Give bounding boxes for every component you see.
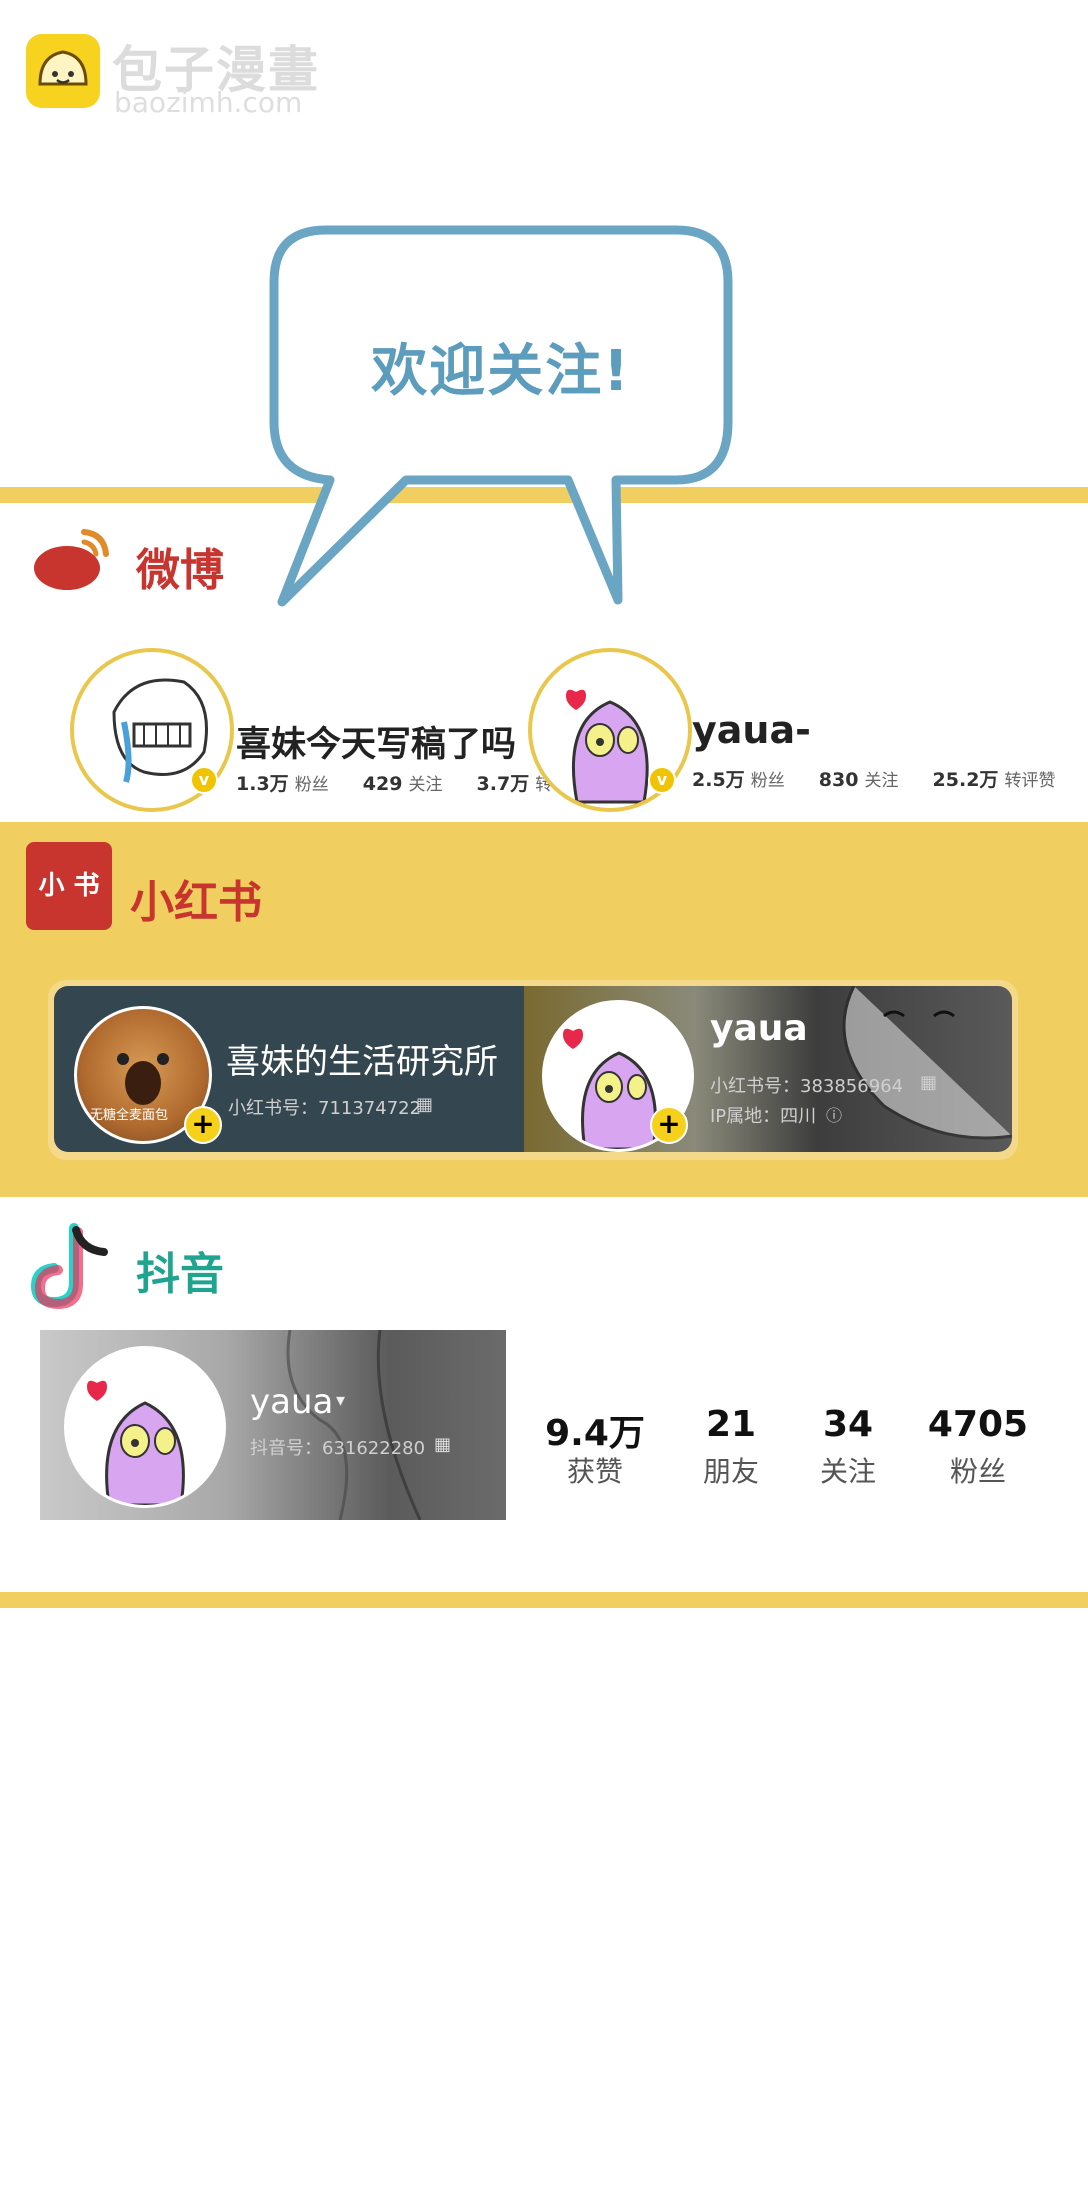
site-watermark: 包子漫畫 baozimh.com: [22, 30, 322, 120]
xiaohongshu-account-2[interactable]: + yaua 小红书号：383856964 ▦ IP属地：四川 ⓘ: [524, 986, 1012, 1152]
douyin-id: 抖音号：631622280: [250, 1438, 426, 1459]
douyin-logo-icon: [30, 1222, 114, 1312]
xiaohongshu-title: 小红书: [130, 877, 262, 928]
follow-plus-button[interactable]: +: [650, 1106, 688, 1144]
stat-value: 3.7万: [476, 773, 530, 795]
stat-label: 关注: [408, 775, 443, 795]
qr-code-icon[interactable]: ▦: [416, 1094, 433, 1115]
douyin-account[interactable]: yaua ▾ 抖音号：631622280 ▦: [40, 1330, 506, 1520]
douyin-account-name[interactable]: yaua: [250, 1382, 333, 1422]
stat-value: 429: [362, 773, 403, 795]
stat-label: 粉丝: [294, 775, 329, 795]
douyin-title: 抖音: [136, 1249, 224, 1300]
info-icon[interactable]: ⓘ: [826, 1102, 842, 1126]
bun-logo-icon: [26, 34, 100, 108]
watermark-url: baozimh.com: [114, 86, 303, 119]
weibo-stats-2: 2.5万 粉丝 830 关注 25.2万 转评赞: [692, 765, 1055, 792]
xiaohongshu-ip-location: IP属地：四川: [710, 1106, 817, 1127]
xiaohongshu-account-1[interactable]: 无糖全麦面包 + 喜妹的生活研究所 小红书号：711374722 ▦: [54, 986, 524, 1152]
douyin-stat-followers-value: 4705: [927, 1404, 1029, 1445]
stat-label: 转评赞: [1004, 771, 1056, 791]
douyin-stat-following-value: 34: [822, 1404, 874, 1445]
xiaohongshu-id-1: 小红书号：711374722: [228, 1098, 422, 1119]
stat-label: 关注: [864, 771, 899, 791]
weibo-stats-1: 1.3万 粉丝 429 关注 3.7万 转评赞: [236, 769, 586, 796]
stat-value: 25.2万: [932, 769, 999, 791]
xiaohongshu-profile-card: 无糖全麦面包 + 喜妹的生活研究所 小红书号：711374722 ▦ + yau…: [48, 980, 1018, 1160]
douyin-stat-likes-label: 获赞: [566, 1455, 623, 1488]
welcome-text: 欢迎关注!: [371, 339, 631, 404]
verified-badge-icon: v: [190, 766, 218, 794]
weibo-account-name-1[interactable]: 喜妹今天写稿了吗: [236, 716, 516, 767]
chevron-down-icon[interactable]: ▾: [336, 1390, 345, 1411]
weibo-account-name-2[interactable]: yaua-: [692, 708, 811, 752]
follow-plus-button[interactable]: +: [184, 1106, 222, 1144]
douyin-stat-followers-label: 粉丝: [949, 1455, 1006, 1488]
qr-code-icon[interactable]: ▦: [434, 1434, 451, 1455]
speech-bubble-icon: [269, 225, 733, 607]
weibo-title: 微博: [136, 545, 224, 596]
xiaohongshu-id-2: 小红书号：383856964: [710, 1076, 904, 1097]
douyin-stat-likes-value: 9.4万: [545, 1413, 645, 1454]
stat-label: 粉丝: [750, 771, 785, 791]
stat-value: 2.5万: [692, 769, 745, 791]
divider-band: [0, 1592, 1088, 1608]
xiaohongshu-account-name-2[interactable]: yaua: [710, 1008, 808, 1049]
xiaohongshu-logo-icon: 小 书: [26, 842, 112, 930]
weibo-logo-icon: [32, 524, 112, 594]
avatar[interactable]: [64, 1346, 226, 1508]
qr-code-icon[interactable]: ▦: [920, 1072, 937, 1093]
xiaohongshu-account-name-1[interactable]: 喜妹的生活研究所: [226, 1034, 498, 1083]
stat-value: 830: [818, 769, 859, 791]
verified-badge-icon: v: [648, 766, 676, 794]
douyin-stat-following-label: 关注: [819, 1455, 876, 1488]
stat-value: 1.3万: [236, 773, 289, 795]
welcome-speech-bubble: 欢迎关注!: [266, 222, 736, 622]
avatar-caption: 无糖全麦面包: [90, 1108, 169, 1123]
